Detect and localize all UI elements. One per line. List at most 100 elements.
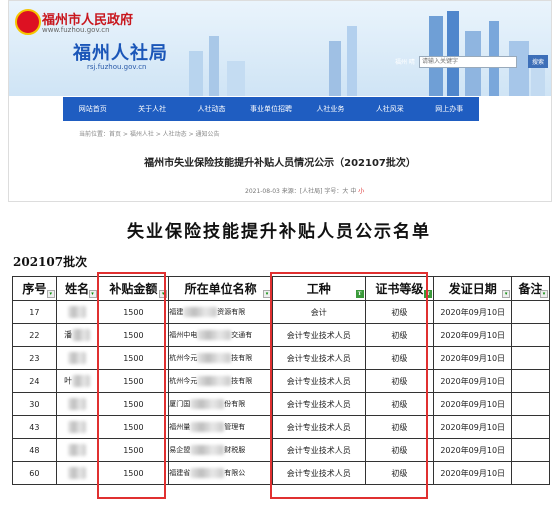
nav-news[interactable]: 人社动态 — [182, 97, 241, 121]
cell-note[interactable] — [511, 369, 550, 393]
cell-unit[interactable]: 福建省 有限公 — [168, 461, 273, 485]
table-row[interactable]: 60 1500 福建省 有限公 会计专业技术人员 初级 2020年09月10日 — [12, 461, 550, 485]
col-header-no[interactable]: 序号 ▾ — [12, 276, 57, 301]
cell-no[interactable]: 24 — [12, 369, 57, 393]
cell-name[interactable] — [55, 415, 99, 439]
cell-level[interactable]: 初级 — [364, 369, 435, 393]
cell-name[interactable] — [55, 392, 99, 416]
filter-dropdown-icon[interactable]: ▾ — [159, 290, 168, 298]
cell-level[interactable]: 初级 — [364, 415, 435, 439]
cell-unit[interactable]: 杭州今元 技有限 — [168, 369, 273, 393]
table-row[interactable]: 30 1500 厦门国 份有限 会计专业技术人员 初级 2020年09月10日 — [12, 392, 550, 416]
cell-note[interactable] — [511, 438, 550, 462]
cell-no[interactable]: 43 — [12, 415, 57, 439]
cell-unit[interactable]: 厦门国 份有限 — [168, 392, 273, 416]
filter-active-icon[interactable]: T — [355, 290, 364, 298]
site-title[interactable]: 福州人社局 — [73, 39, 168, 65]
cell-unit[interactable]: 杭州今元 技有限 — [168, 346, 273, 370]
search-input[interactable] — [419, 56, 517, 68]
cell-amount[interactable]: 1500 — [97, 346, 170, 370]
cell-level[interactable]: 初级 — [364, 438, 435, 462]
cell-unit[interactable]: 福建 资源有限 — [168, 300, 273, 324]
cell-name[interactable] — [55, 461, 99, 485]
table-row[interactable]: 48 1500 易企盟 财税服 会计专业技术人员 初级 2020年09月10日 — [12, 438, 550, 462]
cell-note[interactable] — [511, 346, 550, 370]
cell-amount[interactable]: 1500 — [97, 323, 170, 347]
cell-level[interactable]: 初级 — [364, 323, 435, 347]
nav-home[interactable]: 网站首页 — [63, 97, 122, 121]
col-header-job[interactable]: 工种 T — [271, 276, 366, 301]
font-size-small[interactable]: 小 — [358, 188, 364, 195]
cell-date[interactable]: 2020年09月10日 — [433, 415, 513, 439]
nav-about[interactable]: 关于人社 — [122, 97, 181, 121]
filter-dropdown-icon[interactable]: ▾ — [46, 290, 55, 298]
table-row[interactable]: 17 1500 福建 资源有限 会计 初级 2020年09月10日 — [12, 300, 550, 324]
col-header-note[interactable]: 备注 ▾ — [511, 276, 550, 301]
nav-online-service[interactable]: 网上办事 — [420, 97, 479, 121]
table-row[interactable]: 23 1500 杭州今元 技有限 会计专业技术人员 初级 2020年09月10日 — [12, 346, 550, 370]
cell-job[interactable]: 会计专业技术人员 — [271, 438, 366, 462]
cell-date[interactable]: 2020年09月10日 — [433, 346, 513, 370]
cell-date[interactable]: 2020年09月10日 — [433, 438, 513, 462]
cell-job[interactable]: 会计专业技术人员 — [271, 392, 366, 416]
cell-date[interactable]: 2020年09月10日 — [433, 392, 513, 416]
filter-dropdown-icon[interactable]: ▾ — [540, 290, 548, 298]
filter-dropdown-icon[interactable]: ▾ — [262, 290, 271, 298]
filter-dropdown-icon[interactable]: ▾ — [502, 290, 511, 298]
cell-note[interactable] — [511, 392, 550, 416]
cell-name[interactable]: 叶 — [55, 369, 99, 393]
cell-no[interactable]: 17 — [12, 300, 57, 324]
cell-no[interactable]: 30 — [12, 392, 57, 416]
cell-unit[interactable]: 易企盟 财税服 — [168, 438, 273, 462]
cell-date[interactable]: 2020年09月10日 — [433, 461, 513, 485]
cell-name[interactable]: 潘 — [55, 323, 99, 347]
cell-name[interactable] — [55, 346, 99, 370]
table-row[interactable]: 43 1500 福州量 管理有 会计专业技术人员 初级 2020年09月10日 — [12, 415, 550, 439]
cell-note[interactable] — [511, 300, 550, 324]
cell-job[interactable]: 会计专业技术人员 — [271, 323, 366, 347]
col-header-unit[interactable]: 所在单位名称 ▾ — [168, 276, 273, 301]
cell-date[interactable]: 2020年09月10日 — [433, 323, 513, 347]
nav-business[interactable]: 人社业务 — [301, 97, 360, 121]
cell-amount[interactable]: 1500 — [97, 369, 170, 393]
cell-job[interactable]: 会计专业技术人员 — [271, 369, 366, 393]
cell-level[interactable]: 初级 — [364, 300, 435, 324]
cell-note[interactable] — [511, 323, 550, 347]
cell-no[interactable]: 22 — [12, 323, 57, 347]
col-header-date[interactable]: 发证日期 ▾ — [433, 276, 513, 301]
cell-date[interactable]: 2020年09月10日 — [433, 300, 513, 324]
nav-style[interactable]: 人社风采 — [360, 97, 419, 121]
search-button[interactable]: 搜索 — [528, 55, 548, 68]
cell-job[interactable]: 会计专业技术人员 — [271, 415, 366, 439]
table-row[interactable]: 24 叶 1500 杭州今元 技有限 会计专业技术人员 初级 2020年09月10日 — [12, 369, 550, 393]
cell-level[interactable]: 初级 — [364, 461, 435, 485]
cell-unit[interactable]: 福州量 管理有 — [168, 415, 273, 439]
cell-no[interactable]: 48 — [12, 438, 57, 462]
cell-job[interactable]: 会计 — [271, 300, 366, 324]
filter-dropdown-icon[interactable]: ▾ — [88, 290, 97, 298]
col-header-amount[interactable]: 补贴金额 ▾ — [97, 276, 170, 301]
cell-amount[interactable]: 1500 — [97, 461, 170, 485]
col-header-name[interactable]: 姓名 ▾ — [55, 276, 99, 301]
cell-note[interactable] — [511, 415, 550, 439]
col-header-level[interactable]: 证书等级 T — [364, 276, 435, 301]
cell-no[interactable]: 23 — [12, 346, 57, 370]
cell-level[interactable]: 初级 — [364, 346, 435, 370]
filter-active-icon[interactable]: T — [424, 290, 433, 298]
nav-recruitment[interactable]: 事业单位招聘 — [241, 97, 300, 121]
cell-name[interactable] — [55, 438, 99, 462]
cell-no[interactable]: 60 — [12, 461, 57, 485]
cell-date[interactable]: 2020年09月10日 — [433, 369, 513, 393]
cell-amount[interactable]: 1500 — [97, 415, 170, 439]
table-row[interactable]: 22 潘 1500 福州中电 交通有 会计专业技术人员 初级 2020年09月10日 — [12, 323, 550, 347]
breadcrumb[interactable]: 当前位置：首页 > 福州人社 > 人社动态 > 通知公告 — [79, 129, 220, 138]
cell-amount[interactable]: 1500 — [97, 300, 170, 324]
cell-name[interactable] — [55, 300, 99, 324]
cell-note[interactable] — [511, 461, 550, 485]
cell-level[interactable]: 初级 — [364, 392, 435, 416]
cell-job[interactable]: 会计专业技术人员 — [271, 346, 366, 370]
cell-amount[interactable]: 1500 — [97, 438, 170, 462]
cell-amount[interactable]: 1500 — [97, 392, 170, 416]
cell-unit[interactable]: 福州中电 交通有 — [168, 323, 273, 347]
cell-job[interactable]: 会计专业技术人员 — [271, 461, 366, 485]
